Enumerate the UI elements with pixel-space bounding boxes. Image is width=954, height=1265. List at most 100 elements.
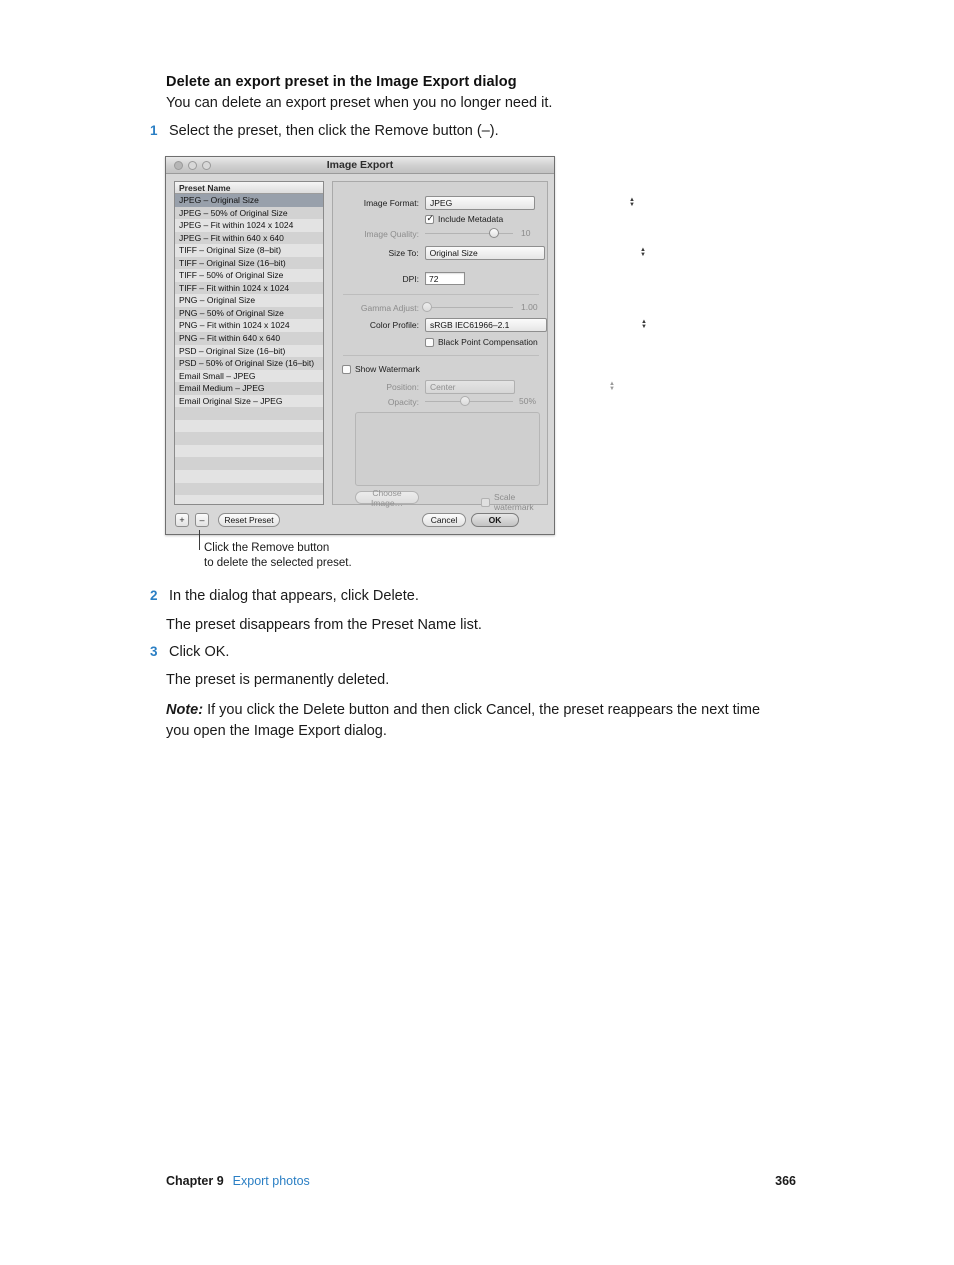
color-profile-chevron-icon: ▲ ▼	[641, 319, 647, 330]
remove-preset-button[interactable]: –	[195, 513, 209, 527]
preset-name-list[interactable]: Preset Name JPEG – Original Size JPEG – 5…	[174, 181, 324, 505]
step-3: 3 Click OK.	[150, 644, 229, 660]
gamma-adjust-label: Gamma Adjust:	[360, 302, 419, 313]
image-quality-slider[interactable]	[425, 228, 513, 239]
preset-list-item[interactable]: PNG – Original Size	[175, 294, 323, 307]
dialog-titlebar[interactable]: Image Export	[166, 157, 554, 174]
preset-list-item[interactable]: PNG – Fit within 1024 x 1024	[175, 319, 323, 333]
preset-list-item[interactable]: TIFF – Original Size (8–bit)	[175, 244, 323, 257]
image-format-label: Image Format:	[363, 198, 419, 208]
image-quality-label: Image Quality:	[364, 228, 419, 239]
position-select[interactable]: Center	[425, 380, 515, 394]
callout-leader-line	[199, 530, 200, 550]
callout-text: Click the Remove button to delete the se…	[204, 541, 352, 570]
size-to-field: Size To: Original Size	[341, 246, 545, 260]
page-number: 366	[775, 1174, 796, 1188]
step-1-text: Select the preset, then click the Remove…	[169, 123, 499, 139]
show-watermark-label: Show Watermark	[355, 364, 420, 374]
image-format-select[interactable]: JPEG	[425, 196, 535, 210]
divider-1	[343, 294, 539, 295]
choose-image-button[interactable]: Choose Image…	[355, 488, 419, 508]
preset-list-item[interactable]: Email Small – JPEG	[175, 369, 323, 383]
position-chevron-icon: ▲ ▼	[609, 381, 615, 392]
include-metadata-field[interactable]: Include Metadata	[425, 213, 504, 224]
size-to-chevron-icon: ▲ ▼	[640, 247, 646, 258]
opacity-label: Opacity:	[387, 396, 419, 407]
image-export-dialog: Image Export Preset Name JPEG – Original…	[165, 156, 647, 536]
preset-list-item[interactable]: PNG – Fit within 640 x 640	[175, 332, 323, 345]
dialog-title: Image Export	[326, 159, 394, 171]
opacity-slider[interactable]	[425, 396, 513, 407]
gamma-adjust-track	[425, 307, 513, 308]
show-watermark-checkbox[interactable]	[342, 364, 351, 374]
note-label: Note:	[166, 702, 204, 718]
footer-link[interactable]: Export photos	[233, 1174, 310, 1188]
preset-list-item[interactable]: JPEG – Fit within 1024 x 1024	[175, 219, 323, 232]
preset-list-item[interactable]: JPEG – 50% of Original Size	[175, 206, 323, 220]
footer: Chapter 9 Export photos	[166, 1174, 310, 1188]
divider-2	[343, 355, 539, 356]
preset-list-item[interactable]: Email Original Size – JPEG	[175, 394, 323, 408]
step-1-number: 1	[150, 123, 158, 138]
preset-list-item[interactable]: TIFF – Fit within 1024 x 1024	[175, 281, 323, 295]
footer-chapter: Chapter 9	[166, 1174, 224, 1188]
image-quality-field: Image Quality: 10	[341, 228, 545, 239]
color-profile-field: Color Profile: sRGB IEC61966–2.1	[341, 318, 547, 332]
include-metadata-label: Include Metadata	[438, 214, 504, 224]
preset-list-empty-row	[175, 482, 323, 496]
note-line-1: If you click the Delete button and then …	[207, 702, 761, 718]
size-to-select[interactable]: Original Size	[424, 246, 545, 260]
ok-button[interactable]: OK	[471, 513, 519, 527]
step-2: 2 In the dialog that appears, click Dele…	[150, 588, 419, 604]
scale-watermark-field[interactable]: Scale watermark	[481, 492, 547, 512]
preset-list-item[interactable]: PSD – Original Size (16–bit)	[175, 344, 323, 358]
dpi-input[interactable]: 72	[425, 272, 465, 285]
preset-list-item[interactable]: TIFF – 50% of Original Size	[175, 269, 323, 282]
preset-rows: JPEG – Original Size JPEG – 50% of Origin…	[175, 194, 323, 504]
color-profile-select[interactable]: sRGB IEC61966–2.1	[425, 318, 547, 332]
watermark-preview	[355, 412, 540, 486]
include-metadata-checkbox[interactable]	[425, 213, 434, 224]
preset-list-item[interactable]: PSD – 50% of Original Size (16–bit)	[175, 357, 323, 370]
preset-list-empty-row	[175, 444, 323, 458]
add-preset-button[interactable]: +	[175, 513, 189, 527]
gamma-adjust-slider[interactable]	[421, 302, 513, 313]
preset-list-empty-row	[175, 457, 323, 471]
gamma-adjust-field: Gamma Adjust: 1.00	[341, 302, 545, 313]
preset-list-empty-row	[175, 470, 323, 483]
callout-line-2: to delete the selected preset.	[204, 556, 352, 569]
image-format-chevron-icon: ▲ ▼	[629, 197, 635, 208]
scale-watermark-checkbox[interactable]	[481, 497, 490, 507]
page-subtitle: You can delete an export preset when you…	[166, 95, 553, 111]
note-block: Note: If you click the Delete button and…	[166, 700, 806, 742]
page-title: Delete an export preset in the Image Exp…	[166, 74, 517, 90]
image-quality-track	[425, 233, 513, 234]
opacity-knob[interactable]	[460, 396, 471, 406]
black-point-checkbox[interactable]	[425, 337, 434, 347]
image-quality-value: 10	[521, 228, 531, 238]
opacity-value: 50%	[519, 396, 537, 406]
preset-list-item[interactable]: JPEG – Original Size	[175, 194, 323, 207]
preset-list-item[interactable]: TIFF – Original Size (16–bit)	[175, 256, 323, 270]
opacity-field: Opacity: 50%	[341, 396, 545, 407]
step-2-text: In the dialog that appears, click Delete…	[169, 588, 419, 604]
export-settings-panel: Image Format: JPEG ▲▼ Include Metadata I…	[332, 181, 647, 512]
preset-name-column-header: Preset Name	[175, 182, 323, 194]
preset-list-empty-row	[175, 419, 323, 433]
document-page: Delete an export preset in the Image Exp…	[0, 0, 954, 1265]
gamma-adjust-knob[interactable]	[421, 302, 432, 312]
dialog-body: Preset Name JPEG – Original Size JPEG – 5…	[166, 174, 647, 536]
step-1: 1 Select the preset, then click the Remo…	[150, 123, 499, 139]
preset-list-empty-row	[175, 432, 323, 445]
image-quality-knob[interactable]	[488, 228, 499, 238]
preset-list-item[interactable]: Email Medium – JPEG	[175, 382, 323, 395]
cancel-button[interactable]: Cancel	[422, 513, 466, 527]
color-profile-label: Color Profile:	[369, 320, 419, 330]
reset-preset-button[interactable]: Reset Preset	[218, 513, 280, 527]
show-watermark-field[interactable]: Show Watermark	[342, 364, 420, 374]
black-point-field[interactable]: Black Point Compensation	[425, 337, 538, 347]
size-to-label: Size To:	[388, 248, 419, 258]
preset-list-item[interactable]: JPEG – Fit within 640 x 640	[175, 231, 323, 245]
image-format-field: Image Format: JPEG	[341, 196, 541, 210]
preset-list-item[interactable]: PNG – 50% of Original Size	[175, 306, 323, 320]
